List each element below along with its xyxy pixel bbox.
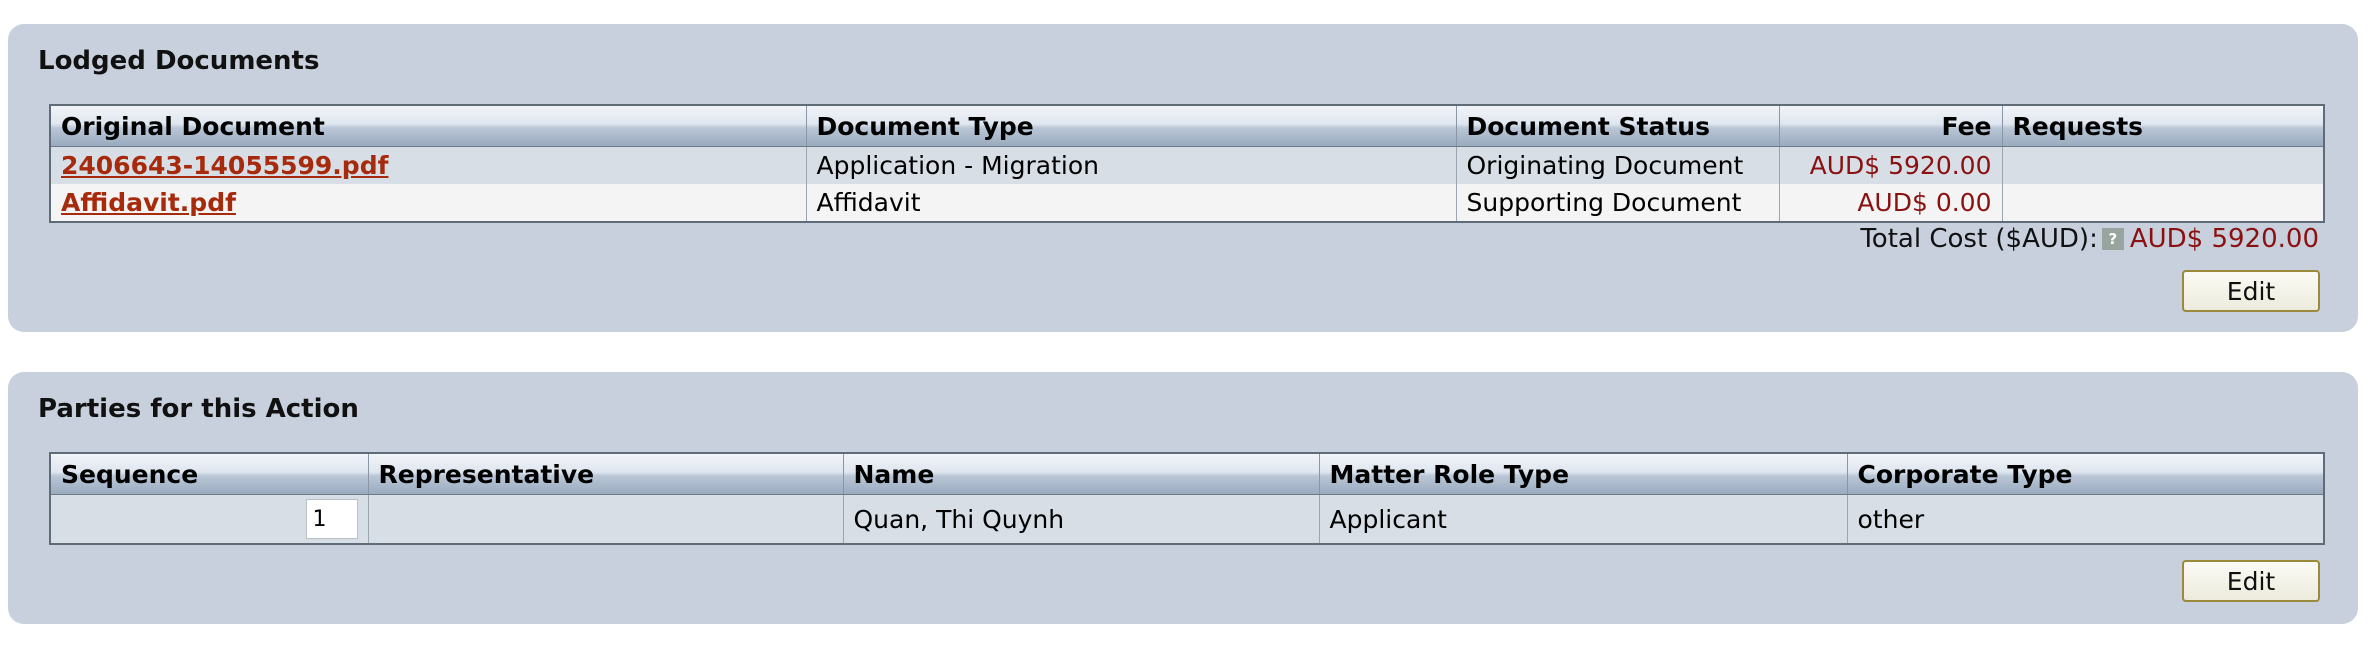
lodged-documents-title: Lodged Documents <box>38 46 320 76</box>
table-row: Affidavit.pdf Affidavit Supporting Docum… <box>50 184 2325 222</box>
lodged-documents-table: Original Document Document Type Document… <box>49 104 2325 223</box>
edit-documents-button[interactable]: Edit <box>2182 270 2320 312</box>
column-header-corporate-type[interactable]: Corporate Type <box>1847 453 2325 495</box>
column-header-original-document[interactable]: Original Document <box>50 105 807 147</box>
table-row: Quan, Thi Quynh Applicant other <box>50 494 2325 544</box>
column-header-fee[interactable]: Fee <box>1779 105 2003 147</box>
document-type-cell: Affidavit <box>806 184 1457 222</box>
document-link[interactable]: 2406643-14055599.pdf <box>61 151 388 180</box>
sequence-cell <box>50 494 369 544</box>
requests-cell <box>2002 146 2325 184</box>
requests-cell <box>2002 184 2325 222</box>
column-header-sequence[interactable]: Sequence <box>50 453 369 495</box>
document-link[interactable]: Affidavit.pdf <box>61 188 236 217</box>
edit-parties-button[interactable]: Edit <box>2182 560 2320 602</box>
fee-cell: AUD$ 5920.00 <box>1779 146 2003 184</box>
matter-role-cell: Applicant <box>1319 494 1848 544</box>
column-header-document-status[interactable]: Document Status <box>1456 105 1780 147</box>
total-cost-value: AUD$ 5920.00 <box>2129 224 2319 254</box>
column-header-matter-role-type[interactable]: Matter Role Type <box>1319 453 1848 495</box>
help-icon[interactable]: ? <box>2101 228 2124 250</box>
parties-title: Parties for this Action <box>38 394 359 424</box>
document-status-cell: Supporting Document <box>1456 184 1780 222</box>
parties-table: Sequence Representative Name Matter Role… <box>49 452 2325 545</box>
lodged-documents-panel: Lodged Documents Original Document Docum… <box>8 24 2358 332</box>
total-cost-label: Total Cost ($AUD): <box>1860 224 2098 254</box>
sequence-input[interactable] <box>305 499 358 539</box>
column-header-name[interactable]: Name <box>843 453 1320 495</box>
document-cell: 2406643-14055599.pdf <box>50 146 807 184</box>
column-header-document-type[interactable]: Document Type <box>806 105 1457 147</box>
total-cost-line: Total Cost ($AUD): ? AUD$ 5920.00 <box>1860 224 2319 254</box>
representative-cell <box>368 494 844 544</box>
corporate-type-cell: other <box>1847 494 2325 544</box>
party-name-cell: Quan, Thi Quynh <box>843 494 1320 544</box>
document-status-cell: Originating Document <box>1456 146 1780 184</box>
document-type-cell: Application - Migration <box>806 146 1457 184</box>
fee-cell: AUD$ 0.00 <box>1779 184 2003 222</box>
column-header-representative[interactable]: Representative <box>368 453 844 495</box>
parties-panel: Parties for this Action Sequence Represe… <box>8 372 2358 624</box>
table-row: 2406643-14055599.pdf Application - Migra… <box>50 146 2325 184</box>
column-header-requests[interactable]: Requests <box>2002 105 2325 147</box>
document-cell: Affidavit.pdf <box>50 184 807 222</box>
table-header-row: Original Document Document Type Document… <box>50 105 2325 147</box>
table-header-row: Sequence Representative Name Matter Role… <box>50 453 2325 495</box>
